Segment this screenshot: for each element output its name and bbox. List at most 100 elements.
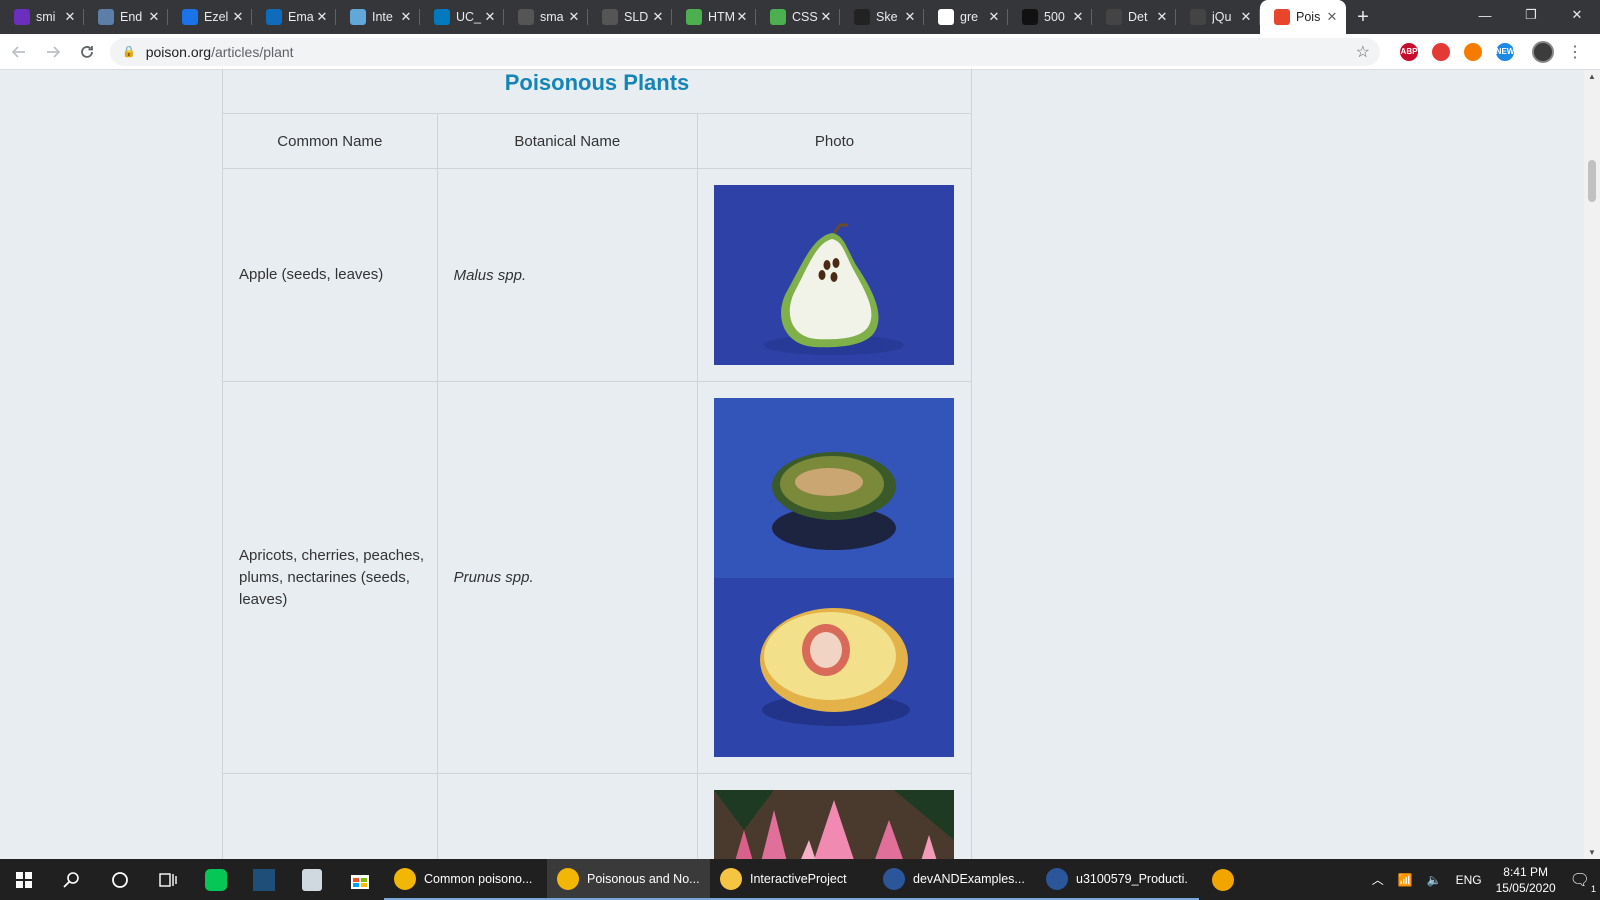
taskbar-app-button[interactable]: Poisonous and No... <box>547 859 710 900</box>
task-view-button[interactable] <box>144 859 192 900</box>
browser-tab[interactable]: CSS ✕ <box>756 0 840 34</box>
browser-tab[interactable]: HTM ✕ <box>672 0 756 34</box>
reload-button[interactable] <box>72 37 102 67</box>
extension-icon[interactable]: ABP <box>1396 39 1422 65</box>
arrow-left-icon <box>11 45 25 58</box>
volume-icon[interactable]: 🔈 <box>1427 873 1442 887</box>
restore-button[interactable]: ❐ <box>1508 0 1554 30</box>
tab-title: 500 <box>1044 10 1065 24</box>
forward-button[interactable] <box>38 37 68 67</box>
vpn-app-button[interactable] <box>1199 859 1247 900</box>
extension-icon[interactable] <box>1460 39 1486 65</box>
cortana-circle-icon <box>112 871 128 888</box>
taskbar-app-label: Common poisono... <box>424 871 533 886</box>
tab-close-icon[interactable]: ✕ <box>146 9 162 25</box>
taskbar-app-button[interactable]: u3100579_Producti... <box>1036 859 1199 900</box>
tab-close-icon[interactable]: ✕ <box>398 9 414 25</box>
browser-tab[interactable]: UC_ ✕ <box>420 0 504 34</box>
taskbar-app-button[interactable]: devANDExamples.... <box>873 859 1036 900</box>
tab-close-icon[interactable]: ✕ <box>62 9 78 25</box>
tab-close-icon[interactable]: ✕ <box>482 9 498 25</box>
minimize-button[interactable]: — <box>1462 0 1508 30</box>
extension-icon[interactable]: NEW <box>1492 39 1518 65</box>
table-header-row: Common Name Botanical Name Photo <box>222 113 973 169</box>
scroll-down-icon[interactable]: ▼ <box>1588 848 1596 857</box>
browser-tab[interactable]: Pois ✕ <box>1260 0 1346 34</box>
tab-close-icon[interactable]: ✕ <box>1238 9 1254 25</box>
botanical-name-cell: Malus spp. <box>436 168 698 382</box>
taskbar-app-button[interactable]: Common poisono... <box>384 859 547 900</box>
tab-close-icon[interactable]: ✕ <box>1324 9 1340 25</box>
browser-tab[interactable]: Det ✕ <box>1092 0 1176 34</box>
scroll-up-icon[interactable]: ▲ <box>1588 72 1596 81</box>
circle-icon <box>1106 9 1122 25</box>
clock[interactable]: 8:41 PM 15/05/2020 <box>1496 864 1556 896</box>
scrollbar-thumb[interactable] <box>1588 160 1596 202</box>
pinned-app-button[interactable] <box>288 859 336 900</box>
mail-icon <box>14 9 30 25</box>
w3-icon <box>686 9 702 25</box>
browser-tab[interactable]: End ✕ <box>84 0 168 34</box>
browser-tab[interactable]: Ezel ✕ <box>168 0 252 34</box>
store-button[interactable] <box>336 859 384 900</box>
notification-count: 1 <box>1590 883 1596 894</box>
tab-close-icon[interactable]: ✕ <box>1154 9 1170 25</box>
tab-close-icon[interactable]: ✕ <box>818 9 834 25</box>
start-button[interactable] <box>0 859 48 900</box>
page-title: Poisonous Plants <box>504 70 690 95</box>
menu-kebab-icon[interactable]: ⋮ <box>1562 39 1588 65</box>
cortana-button[interactable] <box>96 859 144 900</box>
extension-badge: ABP <box>1400 42 1418 61</box>
browser-tab[interactable]: Ske ✕ <box>840 0 924 34</box>
tab-close-icon[interactable]: ✕ <box>314 9 330 25</box>
tab-close-icon[interactable]: ✕ <box>902 9 918 25</box>
line-app-button[interactable] <box>192 859 240 900</box>
notification-center-icon[interactable]: 🗨 1 <box>1570 870 1596 894</box>
browser-tab[interactable]: smi ✕ <box>0 0 84 34</box>
browser-tab[interactable]: Ema ✕ <box>252 0 336 34</box>
extension-icon[interactable] <box>1428 39 1454 65</box>
pinned-app-button[interactable] <box>240 859 288 900</box>
bookmark-icon <box>182 9 198 25</box>
common-name-cell: Apple (seeds, leaves) <box>222 168 438 382</box>
browser-tab[interactable]: Inte ✕ <box>336 0 420 34</box>
table-row <box>222 773 973 859</box>
reload-icon <box>81 45 93 58</box>
pink-flower-photo <box>713 790 954 859</box>
tab-close-icon[interactable]: ✕ <box>650 9 666 25</box>
tab-close-icon[interactable]: ✕ <box>986 9 1002 25</box>
bookmark-star-icon[interactable]: ☆ <box>1356 42 1370 62</box>
vertical-scrollbar[interactable]: ▲ ▼ <box>1584 70 1600 859</box>
tab-close-icon[interactable]: ✕ <box>734 9 750 25</box>
common-name-cell <box>222 773 438 859</box>
address-bar[interactable]: 🔒 poison.org/articles/plant ☆ <box>110 37 1380 66</box>
network-icon[interactable]: 📶 <box>1398 873 1413 887</box>
browser-tab[interactable]: jQu ✕ <box>1176 0 1260 34</box>
taskbar-app-button[interactable]: InteractiveProject <box>710 859 873 900</box>
search-button[interactable] <box>48 859 96 900</box>
github-icon <box>518 9 534 25</box>
browser-tab[interactable]: sma ✕ <box>504 0 588 34</box>
s-logo-icon <box>854 9 870 25</box>
browser-tab[interactable]: gre ✕ <box>924 0 1008 34</box>
extension-badge <box>1432 42 1450 61</box>
profile-avatar[interactable] <box>1530 39 1556 65</box>
tab-close-icon[interactable]: ✕ <box>230 9 246 25</box>
app-icon <box>302 868 322 891</box>
app-icon <box>883 867 905 890</box>
tab-close-icon[interactable]: ✕ <box>1070 9 1086 25</box>
close-window-button[interactable]: ✕ <box>1554 0 1600 30</box>
language-indicator[interactable]: ENG <box>1456 873 1482 887</box>
tab-close-icon[interactable]: ✕ <box>566 9 582 25</box>
browser-tab[interactable]: SLD ✕ <box>588 0 672 34</box>
server-icon <box>1022 9 1038 25</box>
chevron-up-icon[interactable]: ︿ <box>1372 871 1384 888</box>
column-header-common-name: Common Name <box>222 113 438 169</box>
new-tab-button[interactable]: + <box>1346 0 1380 34</box>
back-button[interactable] <box>4 37 34 67</box>
tab-title: Ezel <box>204 10 229 24</box>
taskbar-app-label: u3100579_Producti... <box>1076 871 1189 886</box>
circle-icon <box>1190 9 1206 25</box>
browser-tab[interactable]: 500 ✕ <box>1008 0 1092 34</box>
react-icon <box>350 9 366 25</box>
